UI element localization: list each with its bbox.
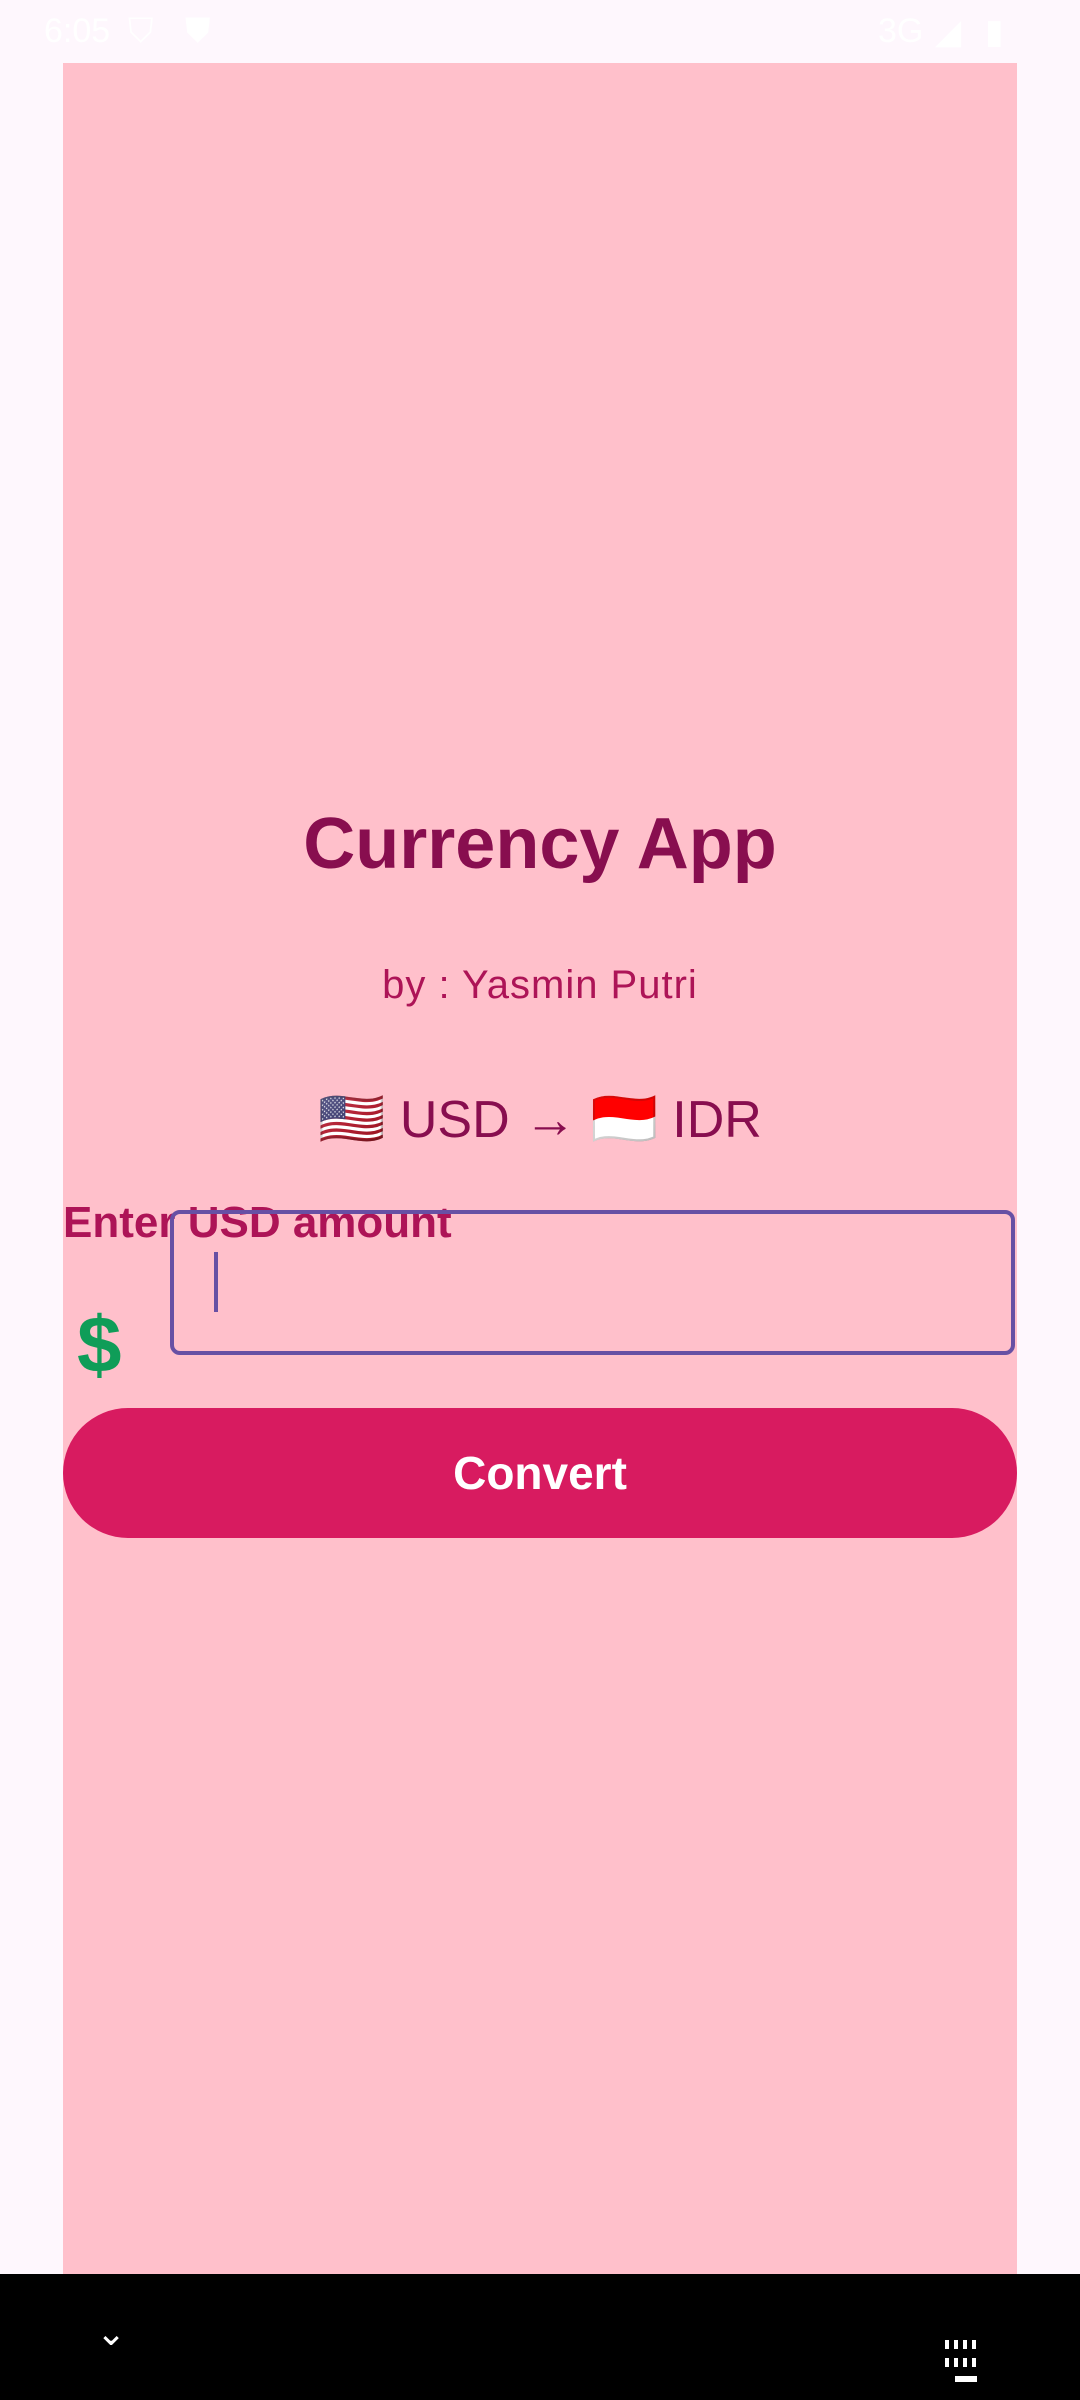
us-flag-icon: 🇺🇸 bbox=[318, 1089, 386, 1149]
from-currency: USD bbox=[399, 1091, 510, 1149]
author-subtitle: by : Yasmin Putri bbox=[382, 963, 698, 1007]
chevron-down-icon[interactable]: ⌄ bbox=[96, 2312, 126, 2354]
battery-icon: ▮ bbox=[985, 13, 1004, 51]
navigation-bar: ⌄ bbox=[0, 2274, 1080, 2400]
keyboard-icon[interactable] bbox=[945, 2336, 987, 2382]
currency-pair: 🇺🇸 USD → 🇮🇩 IDR bbox=[63, 1088, 1017, 1151]
status-bar: 6:05 ⛉ ⛊ 3G ◢ ▮ bbox=[0, 0, 1080, 63]
dollar-icon: $ bbox=[77, 1300, 122, 1389]
status-time: 6:05 bbox=[44, 12, 111, 50]
network-type: 3G bbox=[878, 12, 924, 50]
text-caret bbox=[214, 1252, 218, 1312]
to-currency: IDR bbox=[672, 1091, 762, 1149]
privacy-shield-icon: ⛉ bbox=[128, 12, 154, 50]
page-title: Currency App bbox=[303, 804, 777, 884]
play-protect-icon: ⛊ bbox=[185, 12, 211, 50]
signal-icon: ◢ bbox=[935, 13, 962, 51]
convert-button[interactable]: Convert bbox=[63, 1408, 1017, 1538]
usd-amount-input[interactable] bbox=[170, 1210, 1015, 1355]
app-content: Currency App by : Yasmin Putri 🇺🇸 USD → … bbox=[63, 63, 1017, 2274]
indonesia-flag-icon: 🇮🇩 bbox=[590, 1089, 658, 1149]
arrow-icon: → bbox=[524, 1091, 577, 1149]
